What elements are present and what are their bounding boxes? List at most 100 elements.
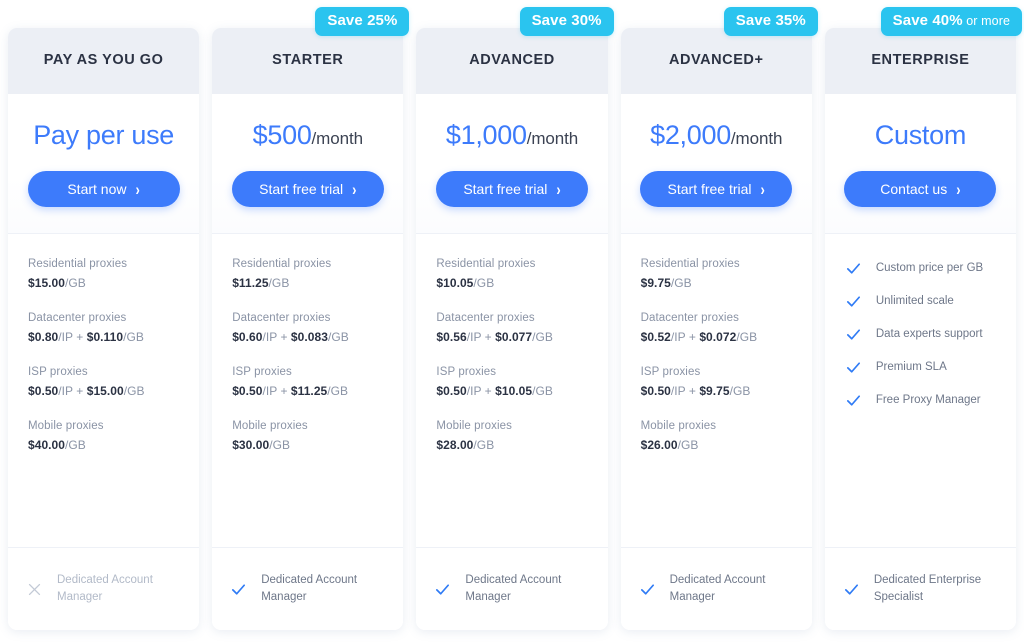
price-line: Custom xyxy=(835,122,1006,149)
cta-button[interactable]: Contact us › xyxy=(844,171,997,207)
price-amount: $500 xyxy=(252,120,312,150)
save-badge: Save 40% or more xyxy=(880,7,1023,36)
proxy-price-value: $10.05/GB xyxy=(436,276,495,290)
cta-button[interactable]: Start now › xyxy=(27,171,180,207)
plan-card-body: ADVANCED $1,000/month Start free trial › Res… xyxy=(416,28,608,630)
proxy-price-row: Mobile proxies $30.00/GB xyxy=(232,420,383,452)
check-icon xyxy=(845,392,862,409)
price-amount: $2,000 xyxy=(650,120,731,150)
proxy-price-row: ISP proxies $0.50/IP + $10.05/GB xyxy=(436,366,587,398)
proxy-type-label: Mobile proxies xyxy=(28,420,104,432)
proxy-type-label: Mobile proxies xyxy=(436,420,512,432)
proxy-price-value: $0.60/IP + $0.083/GB xyxy=(232,330,349,344)
proxy-type-label: Residential proxies xyxy=(28,258,128,270)
list-item: Unlimited scale xyxy=(845,293,996,310)
cta-button[interactable]: Start free trial › xyxy=(640,171,793,207)
proxy-type-label: ISP proxies xyxy=(28,366,88,378)
plan-header: STARTER xyxy=(212,28,404,94)
proxy-price-value: $0.50/IP + $10.05/GB xyxy=(436,384,553,398)
proxy-type-label: Datacenter proxies xyxy=(640,312,739,324)
features-section: Residential proxies $11.25/GB Datacenter p… xyxy=(212,234,404,548)
price-section: $1,000/month Start free trial › xyxy=(416,94,608,234)
proxy-price-row: Datacenter proxies $0.80/IP + $0.110/GB xyxy=(28,312,179,344)
proxy-price-value: $9.75/GB xyxy=(640,276,692,290)
save-badge-label: Save 35% xyxy=(735,12,806,29)
footer-feature-label: Dedicated Enterprise Specialist xyxy=(873,574,982,603)
proxy-price-row: Residential proxies $15.00/GB xyxy=(28,258,179,290)
proxy-price-row: Mobile proxies $28.00/GB xyxy=(436,420,587,452)
check-icon xyxy=(845,260,862,277)
plan-card-body: PAY AS YOU GO Pay per use Start now › Reside… xyxy=(8,28,200,630)
features-section: Custom price per GB Unlimited scale Data e… xyxy=(824,234,1017,548)
cta-label: Contact us xyxy=(880,181,948,197)
plan-header: ENTERPRISE xyxy=(824,28,1017,94)
chevron-right-icon: › xyxy=(760,179,765,199)
cta-button[interactable]: Start free trial › xyxy=(436,171,588,207)
price-section: $500/month Start free trial › xyxy=(212,94,404,234)
cta-label: Start free trial xyxy=(667,181,752,197)
proxy-price-value: $28.00/GB xyxy=(436,438,495,452)
price-line: $1,000/month xyxy=(426,122,597,149)
proxy-price-row: Datacenter proxies $0.56/IP + $0.077/GB xyxy=(436,312,587,344)
pricing-plans-grid: PAY AS YOU GO Pay per use Start now › Reside… xyxy=(0,0,1024,644)
proxy-price-value: $26.00/GB xyxy=(640,438,699,452)
plan-header: ADVANCED+ xyxy=(620,28,812,94)
price-period: /month xyxy=(311,129,363,148)
plan-card: PAY AS YOU GO Pay per use Start now › Reside… xyxy=(8,28,200,630)
price-section: $2,000/month Start free trial › xyxy=(620,94,812,234)
proxy-type-label: Residential proxies xyxy=(436,258,536,270)
save-badge: Save 30% xyxy=(519,7,614,36)
list-item: Premium SLA xyxy=(845,359,996,376)
price-line: $500/month xyxy=(222,122,393,149)
price-period: /month xyxy=(526,129,579,148)
proxy-price-row: ISP proxies $0.50/IP + $9.75/GB xyxy=(641,366,792,398)
plan-card: Save 40% or more ENTERPRISE Custom Contact … xyxy=(824,7,1023,630)
price-amount: $1,000 xyxy=(445,120,527,150)
proxy-price-row: Residential proxies $10.05/GB xyxy=(436,258,587,290)
chevron-right-icon: › xyxy=(956,179,961,199)
proxy-price-value: $11.25/GB xyxy=(232,276,290,290)
proxy-price-row: ISP proxies $0.50/IP + $15.00/GB xyxy=(28,366,179,398)
plan-name: ADVANCED xyxy=(469,52,555,69)
plan-name: STARTER xyxy=(272,52,344,69)
feature-label: Custom price per GB xyxy=(875,262,984,274)
features-section: Residential proxies $10.05/GB Datacenter p… xyxy=(416,234,608,548)
proxy-price-row: Residential proxies $9.75/GB xyxy=(641,258,792,290)
check-icon xyxy=(434,581,451,598)
list-item: Free Proxy Manager xyxy=(845,392,996,409)
plan-card: Save 35% ADVANCED+ $2,000/month Start free … xyxy=(620,7,818,630)
plan-header: ADVANCED xyxy=(416,28,608,94)
proxy-type-label: Datacenter proxies xyxy=(28,312,127,324)
price-line: Pay per use xyxy=(18,122,189,149)
plan-header: PAY AS YOU GO xyxy=(8,28,200,94)
feature-label: Free Proxy Manager xyxy=(875,394,981,406)
proxy-price-row: Mobile proxies $40.00/GB xyxy=(28,420,179,452)
save-badge: Save 25% xyxy=(315,7,410,36)
save-badge: Save 35% xyxy=(723,7,818,36)
save-badge-label: Save 25% xyxy=(327,12,398,29)
proxy-type-label: ISP proxies xyxy=(232,366,292,378)
footer-feature-label: Dedicated Account Manager xyxy=(465,574,562,603)
feature-label: Premium SLA xyxy=(875,361,947,373)
proxy-price-row: Residential proxies $11.25/GB xyxy=(232,258,383,290)
plan-card: Save 30% ADVANCED $1,000/month Start free t… xyxy=(416,7,614,630)
check-icon xyxy=(639,581,656,598)
proxy-price-row: Datacenter proxies $0.52/IP + $0.072/GB xyxy=(641,312,792,344)
check-icon xyxy=(845,326,862,343)
price-line: $2,000/month xyxy=(631,122,802,149)
chevron-right-icon: › xyxy=(352,179,357,199)
plan-footer: Dedicated Enterprise Specialist xyxy=(825,548,1016,630)
proxy-type-label: Datacenter proxies xyxy=(436,312,535,324)
footer-feature-label: Dedicated Account Manager xyxy=(669,574,766,603)
price-period: /month xyxy=(730,129,783,148)
proxy-price-value: $15.00/GB xyxy=(28,276,86,290)
feature-label: Data experts support xyxy=(875,328,983,340)
proxy-price-value: $0.50/IP + $15.00/GB xyxy=(28,384,145,398)
cta-button[interactable]: Start free trial › xyxy=(231,171,384,207)
plan-name: ENTERPRISE xyxy=(871,52,970,69)
features-section: Residential proxies $15.00/GB Datacenter p… xyxy=(8,234,200,548)
cta-label: Start free trial xyxy=(463,181,548,197)
proxy-price-row: ISP proxies $0.50/IP + $11.25/GB xyxy=(232,366,383,398)
proxy-type-label: Datacenter proxies xyxy=(232,312,331,324)
plan-card-body: ADVANCED+ $2,000/month Start free trial › Re… xyxy=(620,28,812,630)
